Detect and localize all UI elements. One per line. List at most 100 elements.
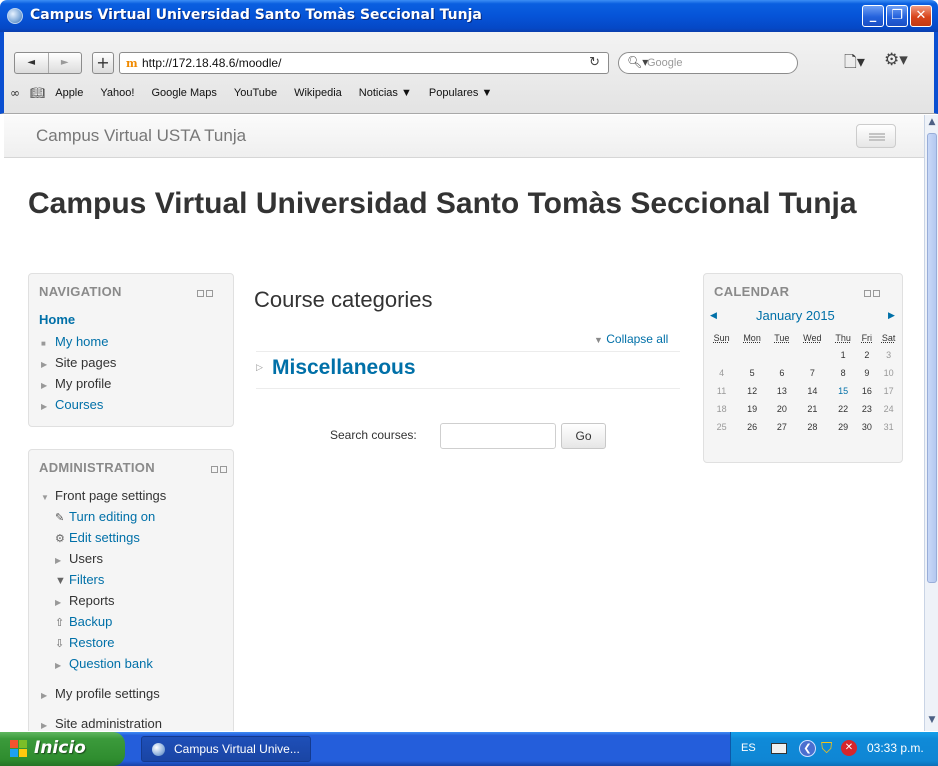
address-bar[interactable]: m http://172.18.48.6/moodle/ ↻ xyxy=(119,52,609,74)
block-controls-icon[interactable] xyxy=(197,290,215,298)
bookmark-item[interactable]: Wikipedia xyxy=(294,87,342,99)
search-courses-input[interactable] xyxy=(440,423,556,449)
calendar-day[interactable]: 25 xyxy=(707,418,736,436)
calendar-day[interactable]: 23 xyxy=(857,400,876,418)
nav-item-my-home[interactable]: ■ My home xyxy=(41,334,108,349)
calendar-day[interactable]: 8 xyxy=(829,364,857,382)
calendar-block: CALENDAR ◀ January 2015 ▶ Sun Mon Tue Wed Th… xyxy=(703,273,903,463)
bookmark-item[interactable]: Noticias ▼ xyxy=(359,87,412,99)
admin-item-edit-settings[interactable]: ⚙ Edit settings xyxy=(55,530,140,545)
collapse-all-link[interactable]: ▼ Collapse all xyxy=(594,332,668,346)
calendar-day[interactable]: 13 xyxy=(768,382,796,400)
calendar-day[interactable]: 17 xyxy=(876,382,901,400)
calendar-day[interactable]: 7 xyxy=(796,364,829,382)
calendar-day[interactable]: 26 xyxy=(736,418,768,436)
maximize-button[interactable]: ❐ xyxy=(886,5,908,27)
calendar-day[interactable]: 28 xyxy=(796,418,829,436)
back-button[interactable]: ◄ xyxy=(15,53,48,73)
reload-icon[interactable]: ↻ xyxy=(589,55,600,70)
admin-my-profile-settings[interactable]: ▶ My profile settings xyxy=(41,686,160,701)
course-categories-heading: Course categories xyxy=(254,287,433,312)
nav-item-site-pages[interactable]: ▶ Site pages xyxy=(41,355,116,370)
forward-button[interactable]: ► xyxy=(47,53,82,73)
minimize-button[interactable]: _ xyxy=(862,5,884,27)
keyboard-icon[interactable] xyxy=(771,743,787,754)
admin-item-reports[interactable]: ▶ Reports xyxy=(55,593,115,608)
calendar-month-label[interactable]: January 2015 xyxy=(756,308,835,323)
admin-item-turn-editing-on[interactable]: ✎ Turn editing on xyxy=(55,509,155,524)
admin-item-users[interactable]: ▶ Users xyxy=(55,551,103,566)
settings-gear-icon[interactable]: ⚙▾ xyxy=(884,50,908,70)
admin-site-administration[interactable]: ▶ Site administration xyxy=(41,716,162,731)
calendar-day[interactable]: 31 xyxy=(876,418,901,436)
window-title-bar[interactable]: Campus Virtual Universidad Santo Tomàs S… xyxy=(0,0,938,32)
search-icon[interactable]: 🔍︎▾ xyxy=(627,55,648,69)
calendar-day[interactable]: 27 xyxy=(768,418,796,436)
calendar-day[interactable]: 2 xyxy=(857,346,876,364)
language-indicator[interactable]: ES xyxy=(741,742,756,754)
address-url[interactable]: http://172.18.48.6/moodle/ xyxy=(142,56,281,70)
calendar-day[interactable]: 16 xyxy=(857,382,876,400)
browser-app-icon xyxy=(152,743,165,756)
security-shield-icon[interactable]: ⛉ xyxy=(821,740,837,757)
calendar-day[interactable]: 21 xyxy=(796,400,829,418)
bookmark-item[interactable]: Apple xyxy=(55,87,83,99)
expand-category-icon[interactable]: ▷ xyxy=(256,363,263,373)
block-controls-icon[interactable] xyxy=(864,290,882,298)
taskbar-window-item[interactable]: Campus Virtual Unive... xyxy=(141,736,311,762)
go-button[interactable]: Go xyxy=(561,423,606,449)
close-button[interactable]: ✕ xyxy=(910,5,932,27)
web-search-field[interactable]: 🔍︎▾ Google xyxy=(618,52,798,74)
admin-item-question-bank[interactable]: ▶ Question bank xyxy=(55,656,153,671)
calendar-day[interactable]: 30 xyxy=(857,418,876,436)
calendar-day[interactable]: 19 xyxy=(736,400,768,418)
calendar-day[interactable]: 20 xyxy=(768,400,796,418)
page-menu-icon[interactable]: 🗋▾ xyxy=(844,51,865,78)
vertical-scrollbar[interactable]: ▲ ▼ xyxy=(924,115,938,731)
admin-item-restore[interactable]: ⇩ Restore xyxy=(55,635,115,650)
nav-home-link[interactable]: Home xyxy=(39,312,75,327)
bookmark-item[interactable]: Yahoo! xyxy=(100,87,134,99)
category-link[interactable]: Miscellaneous xyxy=(272,356,416,380)
calendar-day[interactable]: 10 xyxy=(876,364,901,382)
nav-item-courses[interactable]: ▶ Courses xyxy=(41,397,103,412)
start-button[interactable]: Inicio xyxy=(0,732,125,766)
scroll-thumb[interactable] xyxy=(927,133,937,583)
bookmark-item[interactable]: Google Maps xyxy=(151,87,216,99)
reading-glasses-icon[interactable]: ∞ xyxy=(10,86,20,100)
calendar-day[interactable]: 11 xyxy=(707,382,736,400)
calendar-day[interactable]: 1 xyxy=(829,346,857,364)
calendar-day[interactable]: 9 xyxy=(857,364,876,382)
bookmarks-book-icon[interactable]: 📖︎ xyxy=(30,86,45,100)
taskbar-clock[interactable]: 03:33 p.m. xyxy=(867,741,924,755)
calendar-day[interactable]: 18 xyxy=(707,400,736,418)
calendar-day[interactable]: 5 xyxy=(736,364,768,382)
admin-item-backup[interactable]: ⇧ Backup xyxy=(55,614,112,629)
menu-toggle-button[interactable] xyxy=(856,124,896,148)
site-brand[interactable]: Campus Virtual USTA Tunja xyxy=(36,126,246,146)
calendar-day[interactable]: 6 xyxy=(768,364,796,382)
security-alert-icon[interactable]: ✕ xyxy=(841,740,857,756)
bookmark-item[interactable]: Populares ▼ xyxy=(429,87,492,99)
calendar-day[interactable]: 3 xyxy=(876,346,901,364)
calendar-day[interactable]: 24 xyxy=(876,400,901,418)
calendar-day[interactable]: 15 xyxy=(829,382,857,400)
new-tab-button[interactable]: + xyxy=(92,52,114,74)
calendar-weekday: Sun xyxy=(713,333,730,343)
calendar-day[interactable]: 4 xyxy=(707,364,736,382)
calendar-day[interactable]: 29 xyxy=(829,418,857,436)
tray-expand-icon[interactable]: ❮ xyxy=(799,740,816,757)
scroll-down-icon[interactable]: ▼ xyxy=(926,715,938,729)
category-row[interactable]: ▷ Miscellaneous xyxy=(256,351,680,389)
admin-item-filters[interactable]: ▼ Filters xyxy=(55,572,104,587)
calendar-day[interactable]: 14 xyxy=(796,382,829,400)
calendar-day[interactable]: 22 xyxy=(829,400,857,418)
bookmark-item[interactable]: YouTube xyxy=(234,87,277,99)
block-controls-icon[interactable] xyxy=(211,466,229,474)
nav-item-my-profile[interactable]: ▶ My profile xyxy=(41,376,111,391)
scroll-up-icon[interactable]: ▲ xyxy=(926,117,938,131)
calendar-day[interactable]: 12 xyxy=(736,382,768,400)
next-month-icon[interactable]: ▶ xyxy=(888,310,895,321)
prev-month-icon[interactable]: ◀ xyxy=(710,310,717,321)
admin-front-page-settings[interactable]: ▼ Front page settings xyxy=(41,488,166,503)
